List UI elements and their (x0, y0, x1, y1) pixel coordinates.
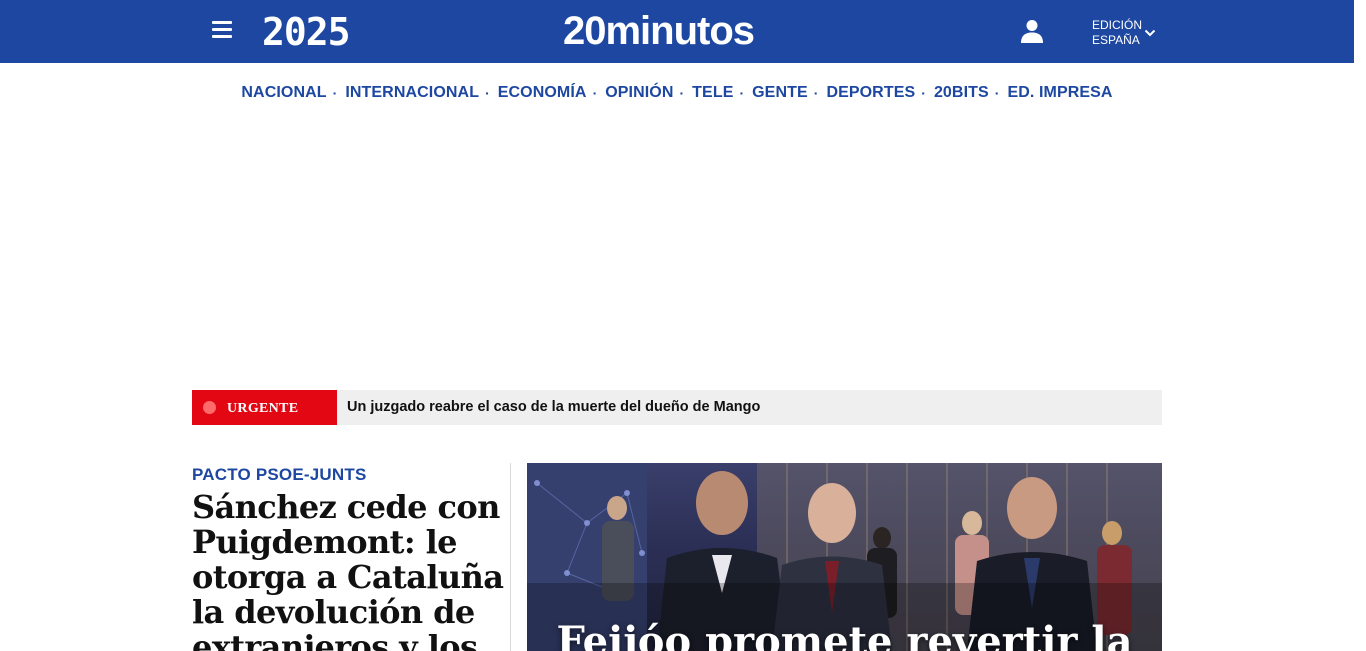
nav-item-gente[interactable]: GENTE (752, 84, 808, 102)
nav-item-nacional[interactable]: NACIONAL (241, 84, 326, 102)
nav-separator: · (813, 85, 819, 101)
nav-item-deportes[interactable]: DEPORTES (826, 84, 915, 102)
nav-separator: · (485, 85, 490, 101)
urgent-label: URGENTE (227, 401, 299, 416)
nav-item-20bits[interactable]: 20BITS (934, 84, 989, 102)
nav-item-internacional[interactable]: INTERNACIONAL (345, 84, 479, 102)
ad-slot (192, 125, 1162, 375)
chevron-down-icon (1144, 29, 1156, 37)
column-divider (510, 463, 511, 651)
story-headline[interactable]: Sánchez cede con Puigdemont: le otorga a… (192, 490, 504, 651)
urgent-bar: URGENTE Un juzgado reabre el caso de la … (192, 390, 1162, 425)
urgent-tag: URGENTE (192, 390, 337, 425)
site-logo[interactable]: 20minutos (563, 8, 755, 54)
nav-item-tele[interactable]: TELE (692, 84, 733, 102)
nav-separator: · (679, 85, 685, 101)
live-dot-icon (203, 401, 216, 414)
nav-separator: · (994, 85, 1000, 101)
user-icon[interactable] (1021, 19, 1043, 43)
edition-selector[interactable]: EDICIÓN ESPAÑA (1092, 18, 1156, 48)
edition-country: ESPAÑA (1092, 33, 1140, 47)
site-header: 2025 20minutos EDICIÓN ESPAÑA (0, 0, 1354, 63)
nav-separator: · (332, 85, 338, 101)
year-logo[interactable]: 2025 (262, 12, 351, 52)
nav-separator: · (592, 85, 598, 101)
nav-separator: · (921, 85, 926, 101)
urgent-headline-link[interactable]: Un juzgado reabre el caso de la muerte d… (347, 390, 760, 425)
photo-story-title[interactable]: Feijóo promete revertir la (527, 619, 1162, 651)
edition-label: EDICIÓN (1092, 18, 1143, 32)
section-nav: NACIONAL · INTERNACIONAL · ECONOMÍA · OPINI… (0, 63, 1354, 125)
nav-item-ed-impresa[interactable]: ED. IMPRESA (1007, 84, 1112, 102)
nav-item-opinion[interactable]: OPINIÓN (605, 84, 673, 102)
story-kicker[interactable]: PACTO PSOE-JUNTS (192, 465, 367, 485)
photo-story[interactable]: Feijóo promete revertir la (527, 463, 1162, 651)
nav-item-economia[interactable]: ECONOMÍA (498, 84, 587, 102)
menu-icon[interactable] (212, 21, 232, 39)
nav-separator: · (739, 85, 745, 101)
